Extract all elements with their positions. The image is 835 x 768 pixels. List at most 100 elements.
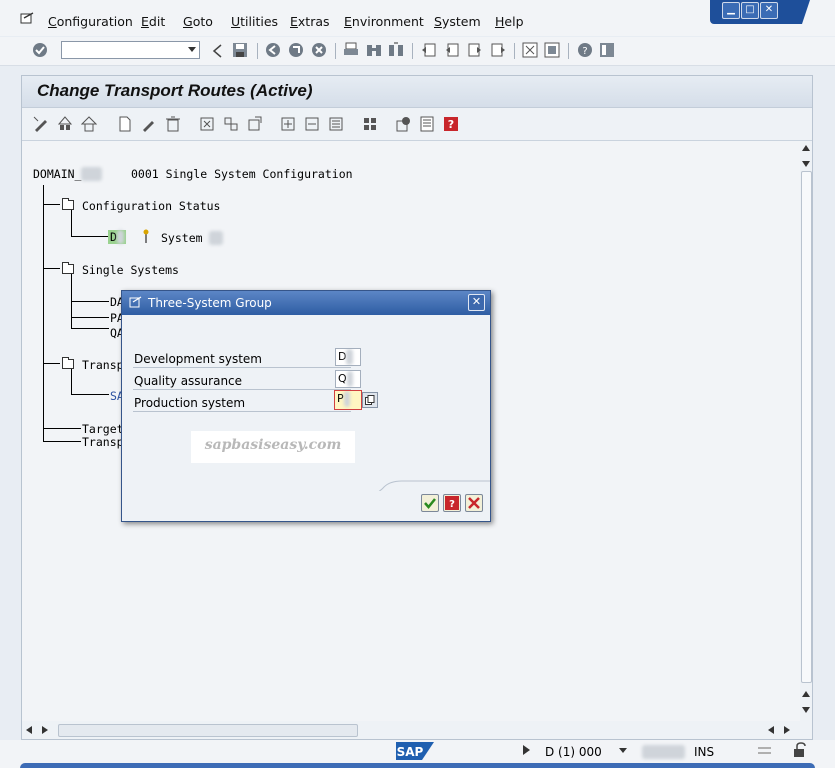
status-system-box[interactable]: Dx [108,230,126,244]
watermark-logo: sapbasiseasy.com [191,431,355,463]
first-page-icon[interactable] [421,42,437,58]
help-icon: ? [445,496,459,510]
last-page-icon[interactable] [490,42,506,58]
chevron-down-icon[interactable] [619,748,627,753]
minimize-icon[interactable]: ▁ [722,2,740,19]
subtree-icon[interactable] [247,116,263,132]
page-title: Change Transport Routes (Active) [37,81,313,100]
command-field[interactable] [61,41,200,59]
folder-icon[interactable] [62,357,74,369]
table-icon[interactable] [419,116,435,132]
window-controls: ▁ □ ✕ [710,0,810,24]
development-system-input[interactable]: Dx [335,348,361,366]
bottom-edge [20,763,815,768]
insert-mode: INS [694,745,715,759]
horizontal-scrollbar[interactable] [22,721,812,739]
close-window-icon[interactable]: ✕ [760,2,778,19]
create-icon[interactable] [117,116,133,132]
menu-utilities[interactable]: Utilities [231,14,278,29]
remove-icon[interactable] [304,116,320,132]
find-next-icon[interactable] [388,42,404,58]
status-toggle-icon[interactable] [523,745,530,755]
previous-page-icon[interactable] [444,42,460,58]
cancel-icon[interactable] [311,42,327,58]
standard-toolbar: ? [0,37,835,66]
cancel-icon [468,497,480,509]
menu-icon[interactable] [20,12,34,25]
collapse-icon[interactable] [223,116,239,132]
next-page-icon[interactable] [467,42,483,58]
quality-assurance-row: Quality assurance [133,370,351,390]
list-icon[interactable] [328,116,344,132]
menu-bar: Configuration Edit Goto Utilities Extras… [0,0,835,36]
value-help-button[interactable] [362,392,378,408]
vertical-scrollbar[interactable] [800,141,812,721]
sap-logo: SAP [396,742,434,760]
dialog-footer: ? [122,491,490,517]
help-button[interactable]: ? [443,494,461,512]
command-input[interactable] [62,42,186,58]
info-help-icon[interactable]: ? [443,116,459,132]
vertical-scroll-thumb[interactable] [801,171,812,683]
new-session-icon[interactable] [522,42,538,58]
menu-environment[interactable]: Environment [344,14,424,29]
lock-icon [794,742,806,757]
pin-icon [143,229,149,243]
checkmark-icon [424,498,436,509]
tree-single-systems[interactable]: Single Systems [82,263,179,277]
quality-assurance-input[interactable]: Qx [335,370,361,388]
continue-button[interactable] [421,494,439,512]
shortcut-icon[interactable] [544,42,560,58]
cancel-button[interactable] [465,494,483,512]
svg-text:?: ? [448,118,454,131]
dialog-title: Three-System Group [148,296,272,310]
layout-menu-icon[interactable] [599,42,615,58]
menu-configuration[interactable]: Configuration [48,14,133,29]
hierarchy-icon[interactable] [57,116,73,132]
folder-icon[interactable] [62,262,74,274]
value-help-icon [365,395,375,405]
server-info: xxxxxx [642,745,685,759]
menu-edit[interactable]: Edit [141,14,165,29]
svg-text:?: ? [449,499,455,510]
dialog-icon [129,296,142,308]
tree-transport-layers[interactable]: Transp [82,358,124,372]
development-system-row: Development system [133,348,351,368]
display-change-icon[interactable] [33,116,49,132]
exit-icon[interactable] [288,42,304,58]
screen-title-bar: Change Transport Routes (Active) [22,76,812,108]
back-save-icon[interactable] [210,43,226,59]
insert-icon[interactable] [280,116,296,132]
grid-icon[interactable] [362,116,378,132]
delete-icon[interactable] [165,116,181,132]
tree-target-groups[interactable]: Target [82,422,124,436]
change-icon[interactable] [141,116,157,132]
domain-node[interactable]: DOMAIN_xxx [33,167,103,181]
menu-system[interactable]: System [434,14,481,29]
tree-configuration-status[interactable]: Configuration Status [82,199,220,213]
house-icon[interactable] [81,116,97,132]
folder-icon[interactable] [62,198,74,210]
horizontal-scroll-thumb[interactable] [58,724,358,737]
menu-extras[interactable]: Extras [290,14,330,29]
maximize-icon[interactable]: □ [741,2,759,19]
close-icon[interactable]: ✕ [468,294,485,311]
enter-icon[interactable] [32,42,48,58]
system-info: D (1) 000 [545,745,602,759]
domain-description: 0001 Single System Configuration [131,167,353,181]
distribute-icon[interactable] [395,116,411,132]
tree-transport-routes[interactable]: Transp [82,435,124,449]
production-system-input[interactable]: Px [334,390,362,410]
print-icon[interactable] [343,42,359,58]
production-system-row: Production system [133,392,351,412]
expand-icon[interactable] [199,116,215,132]
menu-help[interactable]: Help [495,14,524,29]
status-system-label: System xx [161,231,224,245]
dialog-title-bar: Three-System Group ✕ [122,291,490,315]
menu-goto[interactable]: Goto [183,14,213,29]
chevron-down-icon[interactable] [188,47,196,52]
help-icon[interactable]: ? [577,42,593,58]
back-icon[interactable] [265,42,281,58]
find-icon[interactable] [366,42,382,58]
save-icon[interactable] [232,42,248,58]
